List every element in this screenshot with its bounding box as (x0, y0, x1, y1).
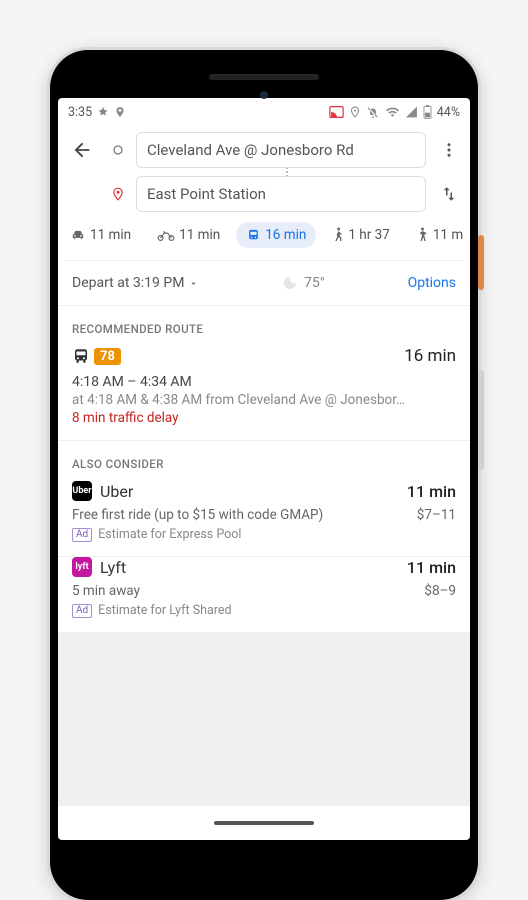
wifi-icon (385, 106, 400, 118)
status-battery-pct: 44% (437, 105, 460, 120)
mode-walk[interactable]: 1 hr 37 (322, 222, 399, 248)
recommended-route-card[interactable]: 78 16 min 4:18 AM – 4:34 AM at 4:18 AM &… (58, 346, 470, 441)
signal-icon (405, 106, 418, 118)
ride-name: Lyft (100, 558, 126, 577)
status-time: 3:35 (68, 105, 92, 120)
ad-text: Estimate for Lyft Shared (98, 603, 231, 618)
recommended-details: at 4:18 AM & 4:38 AM from Cleveland Ave … (72, 392, 456, 408)
swap-vert-icon (440, 185, 458, 203)
mode-selector: 11 min 11 min 16 min 1 hr 37 (64, 212, 464, 261)
more-vert-icon (440, 141, 458, 159)
destination-marker-icon (108, 187, 128, 201)
car-icon (70, 228, 86, 242)
ride-option-uber[interactable]: Uber Uber 11 min Free first ride (up to … (58, 481, 470, 557)
mode-rideshare[interactable]: 11 m (406, 222, 464, 248)
ride-duration: 11 min (407, 482, 456, 501)
dropdown-icon (188, 278, 199, 289)
motorcycle-icon (157, 228, 175, 242)
moon-icon (282, 275, 298, 291)
uber-logo-icon: Uber (72, 481, 92, 501)
mode-motorcycle[interactable]: 11 min (147, 222, 230, 248)
notifications-off-icon (366, 105, 380, 119)
ad-badge: Ad (72, 528, 92, 542)
ride-duration: 11 min (407, 558, 456, 577)
options-button[interactable]: Options (408, 275, 456, 291)
rideshare-icon (416, 227, 429, 243)
status-bar: 3:35 44% (58, 98, 470, 126)
destination-input[interactable]: East Point Station (136, 176, 426, 212)
transit-icon (246, 228, 261, 243)
ride-subtitle: 5 min away (72, 583, 140, 599)
status-icon-unknown (97, 106, 109, 118)
origin-input[interactable]: Cleveland Ave @ Jonesboro Rd (136, 132, 426, 168)
battery-icon (423, 105, 432, 119)
location-icon (349, 105, 361, 119)
home-pill[interactable] (214, 821, 314, 825)
ad-badge: Ad (72, 604, 92, 618)
ride-price: $8–9 (424, 583, 456, 599)
bus-icon (72, 347, 90, 365)
recommended-section-label: RECOMMENDED ROUTE (58, 306, 470, 346)
mode-transit[interactable]: 16 min (236, 222, 316, 248)
more-options-button[interactable] (434, 132, 464, 168)
android-nav-bar (58, 806, 470, 840)
mode-car[interactable]: 11 min (64, 222, 141, 248)
origin-marker-icon (108, 144, 128, 156)
cast-icon (329, 106, 344, 118)
back-button[interactable] (64, 132, 100, 168)
swap-endpoints-button[interactable] (434, 176, 464, 212)
ride-name: Uber (100, 482, 133, 501)
recommended-times: 4:18 AM – 4:34 AM (72, 374, 456, 390)
ride-price: $7–11 (417, 507, 456, 523)
also-consider-label: ALSO CONSIDER (58, 441, 470, 481)
phone-frame: 3:35 44% (50, 50, 478, 900)
ride-subtitle: Free first ride (up to $15 with code GMA… (72, 507, 323, 523)
lyft-logo-icon: lyft (72, 557, 92, 577)
recommended-duration: 16 min (404, 346, 456, 366)
location-pin-icon (114, 106, 126, 118)
weather-display: 75° (282, 275, 325, 291)
depart-time-selector[interactable]: Depart at 3:19 PM (72, 275, 199, 291)
walk-icon (332, 227, 344, 243)
ride-option-lyft[interactable]: lyft Lyft 11 min 5 min away $8–9 Ad Esti… (58, 557, 470, 632)
arrow-left-icon (71, 139, 93, 161)
recommended-delay: 8 min traffic delay (72, 410, 456, 426)
empty-area (58, 632, 470, 806)
ad-text: Estimate for Express Pool (98, 527, 241, 542)
bus-route-badge: 78 (94, 348, 121, 365)
